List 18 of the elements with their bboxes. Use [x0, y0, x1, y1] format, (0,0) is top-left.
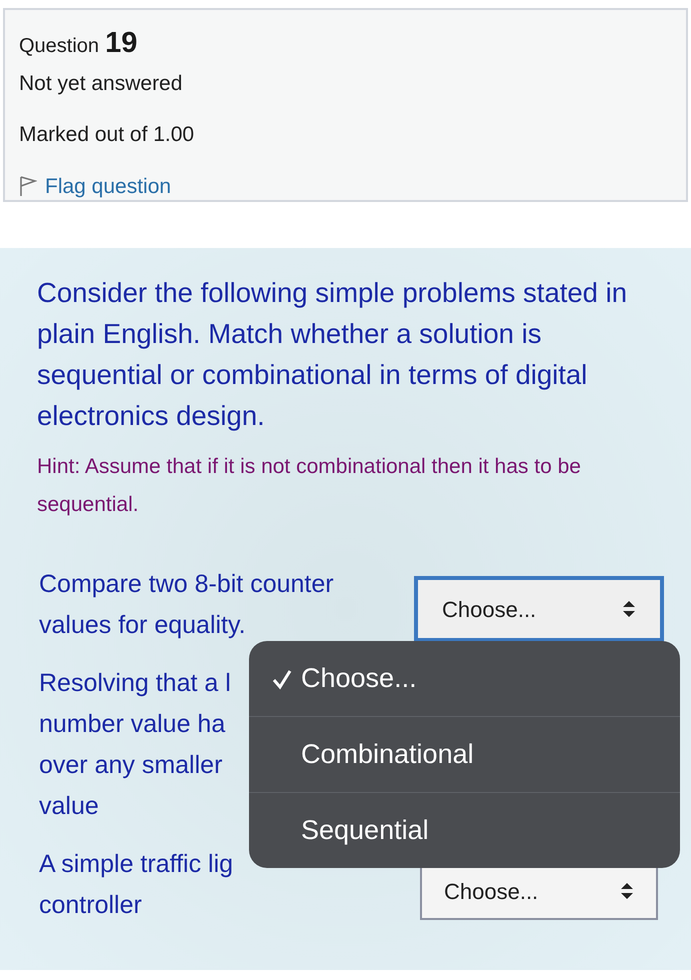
- menu-option[interactable]: Combinational: [249, 716, 680, 792]
- match-prompt: Compare two 8-bit counter values for equality.: [38, 569, 334, 641]
- flag-icon: [19, 175, 37, 198]
- marks-text: Marked out of 1.00: [19, 122, 196, 148]
- flag-question-link[interactable]: Flag question: [19, 170, 672, 202]
- hint-text: Hint: Assume that if it is not combinational then it has to be sequential.: [37, 454, 582, 518]
- menu-option[interactable]: Sequential: [249, 792, 680, 868]
- menu-option[interactable]: Choose...: [249, 641, 680, 716]
- status-text: Not yet answered: [19, 70, 184, 96]
- match-prompt: A simple traffic lig controller: [38, 849, 234, 921]
- match-prompt: Resolving that a l number value ha over any smaller value: [38, 668, 231, 822]
- question-text: Consider the following simple problems stated in plain English. Match whether a solution is sequential or combinational in terms of digital electronics design.: [37, 276, 628, 433]
- checkmark-icon: [271, 668, 293, 690]
- updown-icon: [620, 882, 634, 900]
- question-label: Question: [19, 34, 100, 59]
- question-number: 19: [105, 26, 138, 61]
- answer-select[interactable]: Choose...: [414, 576, 664, 642]
- updown-icon: [622, 600, 636, 618]
